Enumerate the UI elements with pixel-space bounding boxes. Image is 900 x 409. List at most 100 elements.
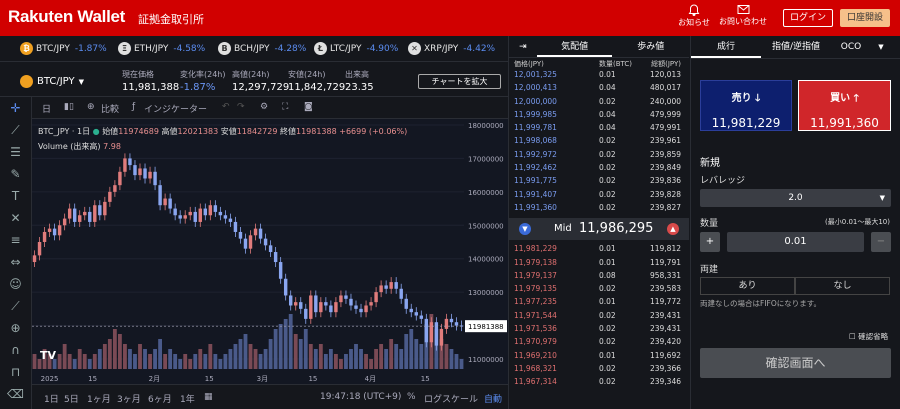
collapse-arrow-icon[interactable]: ⇥ [509,36,537,57]
candlestick-chart[interactable]: 18000000 17000000 16000000 15000000 14000000… [32,119,508,384]
ask-row[interactable]: 11,999,781 0.04 479,991 [509,122,689,135]
magnet-icon[interactable]: ∩ [0,339,31,361]
bid-row[interactable]: 11,979,137 0.08 958,331 [509,270,689,283]
ask-row[interactable]: 11,992,972 0.02 239,859 [509,149,689,162]
bid-row[interactable]: 11,970,979 0.02 239,420 [509,336,689,349]
confirm-button[interactable]: 確認画面へ [700,348,891,378]
zoom-icon[interactable]: ⊕ [0,317,31,339]
candle-body [168,198,172,209]
redo-icon[interactable]: ↷ [237,102,245,112]
stat-label: 出来高 [345,70,369,79]
range-button[interactable]: 5日 [64,392,79,405]
indicator-button[interactable]: インジケーター [144,102,207,115]
interval-button[interactable]: 日 [42,102,51,115]
auto-scale-toggle[interactable]: 自動 [484,392,502,405]
contact-button[interactable]: お問い合わせ [718,4,768,27]
both-no-toggle[interactable]: なし [795,277,890,295]
ticker-item[interactable]: Ξ ETH/JPY -4.58% [118,42,205,55]
add-icon[interactable]: ⊕ [87,102,95,112]
range-button[interactable]: 1日 [44,392,59,405]
measure-icon[interactable]: ⇔ [0,251,31,273]
volume-bar [288,314,293,369]
ask-row[interactable]: 11,999,985 0.04 479,999 [509,109,689,122]
bid-row[interactable]: 11,981,229 0.01 119,812 [509,243,689,256]
arrow-down-icon[interactable]: ▼ [519,223,531,236]
bid-row[interactable]: 11,969,210 0.01 119,692 [509,350,689,363]
brush-icon[interactable]: ✎ [0,163,31,185]
sell-button[interactable]: 売り 🡓 11,981,229 [700,80,792,131]
arrow-up-icon[interactable]: ▲ [667,223,679,236]
chevron-down-icon[interactable]: ▼ [871,36,891,58]
bid-row[interactable]: 11,967,314 0.02 239,346 [509,376,689,389]
x-tick-label: 15 [205,375,214,383]
calendar-icon[interactable]: ▦ [204,392,213,402]
range-button[interactable]: 1ヶ月 [87,392,111,405]
undo-icon[interactable]: ↶ [222,102,230,112]
log-scale-toggle[interactable]: ログスケール [424,392,478,405]
emoji-icon[interactable]: ☺ [0,273,31,295]
bid-row[interactable]: 11,979,135 0.02 239,583 [509,283,689,296]
trendline-icon[interactable]: ⟋ [0,119,31,141]
pattern-icon[interactable]: ✕ [0,207,31,229]
bid-row[interactable]: 11,971,536 0.02 239,431 [509,323,689,336]
bid-row[interactable]: 11,979,138 0.01 119,791 [509,257,689,270]
ask-row[interactable]: 11,992,462 0.02 239,849 [509,162,689,175]
ask-row[interactable]: 12,000,000 0.02 240,000 [509,96,689,109]
trash-icon[interactable]: ⌫ [0,383,31,405]
price-chart[interactable]: 18000000 17000000 16000000 15000000 14000000… [32,119,508,384]
crosshair-icon[interactable]: ✛ [0,97,31,119]
range-button[interactable]: 1年 [180,392,195,405]
symbol-selector[interactable]: BTC/JPY ▼ [20,75,84,88]
volume-bar [333,354,338,369]
qty-range: (最小0.01〜最大10) [825,218,890,226]
bid-row[interactable]: 11,971,544 0.02 239,431 [509,310,689,323]
volume-bar [323,354,328,369]
percent-toggle[interactable]: % [407,392,416,402]
range-button[interactable]: 6ヶ月 [148,392,172,405]
ticker-item[interactable]: Ł LTC/JPY -4.90% [314,42,398,55]
camera-icon[interactable]: ◙ [304,102,313,112]
compare-button[interactable]: 比較 [101,102,119,115]
tab-quote[interactable]: 気配値 [536,36,613,57]
price-cell: 11,977,235 [514,297,557,307]
qty-cell: 0.04 [599,83,616,93]
ask-row[interactable]: 11,991,360 0.02 239,827 [509,202,689,215]
bid-row[interactable]: 11,977,235 0.01 119,772 [509,296,689,309]
ticker-item[interactable]: B BCH/JPY -4.28% [218,42,306,55]
buy-button[interactable]: 買い 🡑 11,991,360 [798,80,891,131]
skip-confirm-checkbox[interactable]: ☐ 確認省略 [849,331,888,342]
open-account-button[interactable]: 口座開設 [840,9,890,27]
ruler-icon[interactable]: ⟋ [0,295,31,317]
lock-icon[interactable]: ⊓ [0,361,31,383]
volume-bar [278,324,283,369]
bid-row[interactable]: 11,968,321 0.02 239,366 [509,363,689,376]
tab-market[interactable]: 成行 [691,36,761,58]
ticker-item[interactable]: ✕ XRP/JPY -4.42% [408,42,495,55]
horizontal-lines-icon[interactable]: ☰ [0,141,31,163]
expand-chart-button[interactable]: チャートを拡大 [418,74,501,89]
tab-trades[interactable]: 歩み値 [612,36,689,57]
both-yes-toggle[interactable]: あり [700,277,795,295]
tab-limit[interactable]: 指値/逆指値 [761,36,831,58]
gear-icon[interactable]: ⚙ [260,102,268,112]
tab-oco[interactable]: OCO [831,36,871,58]
indicator-icon[interactable]: ƒ [132,102,135,112]
candle-type-icon[interactable]: ▮▯ [64,102,74,112]
text-icon[interactable]: T [0,185,31,207]
ticker-item[interactable]: ₿ BTC/JPY -1.87% [20,42,107,55]
qty-decrease-button[interactable]: − [871,232,891,252]
ask-row[interactable]: 11,991,407 0.02 239,828 [509,189,689,202]
ask-row[interactable]: 11,998,068 0.02 239,961 [509,135,689,148]
notice-button[interactable]: お知らせ [674,4,714,28]
ask-row[interactable]: 11,991,775 0.02 239,836 [509,175,689,188]
ask-row[interactable]: 12,001,325 0.01 120,013 [509,69,689,82]
candle-body [37,241,42,256]
fib-icon[interactable]: ≡ [0,229,31,251]
leverage-select[interactable]: 2.0 ▼ [700,189,891,207]
login-button[interactable]: ログイン [783,9,833,27]
range-button[interactable]: 3ヶ月 [117,392,141,405]
qty-input[interactable]: 0.01 [727,232,864,252]
qty-increase-button[interactable]: + [700,232,720,252]
ask-row[interactable]: 12,000,413 0.04 480,017 [509,82,689,95]
fullscreen-icon[interactable]: ⛶ [282,102,288,112]
